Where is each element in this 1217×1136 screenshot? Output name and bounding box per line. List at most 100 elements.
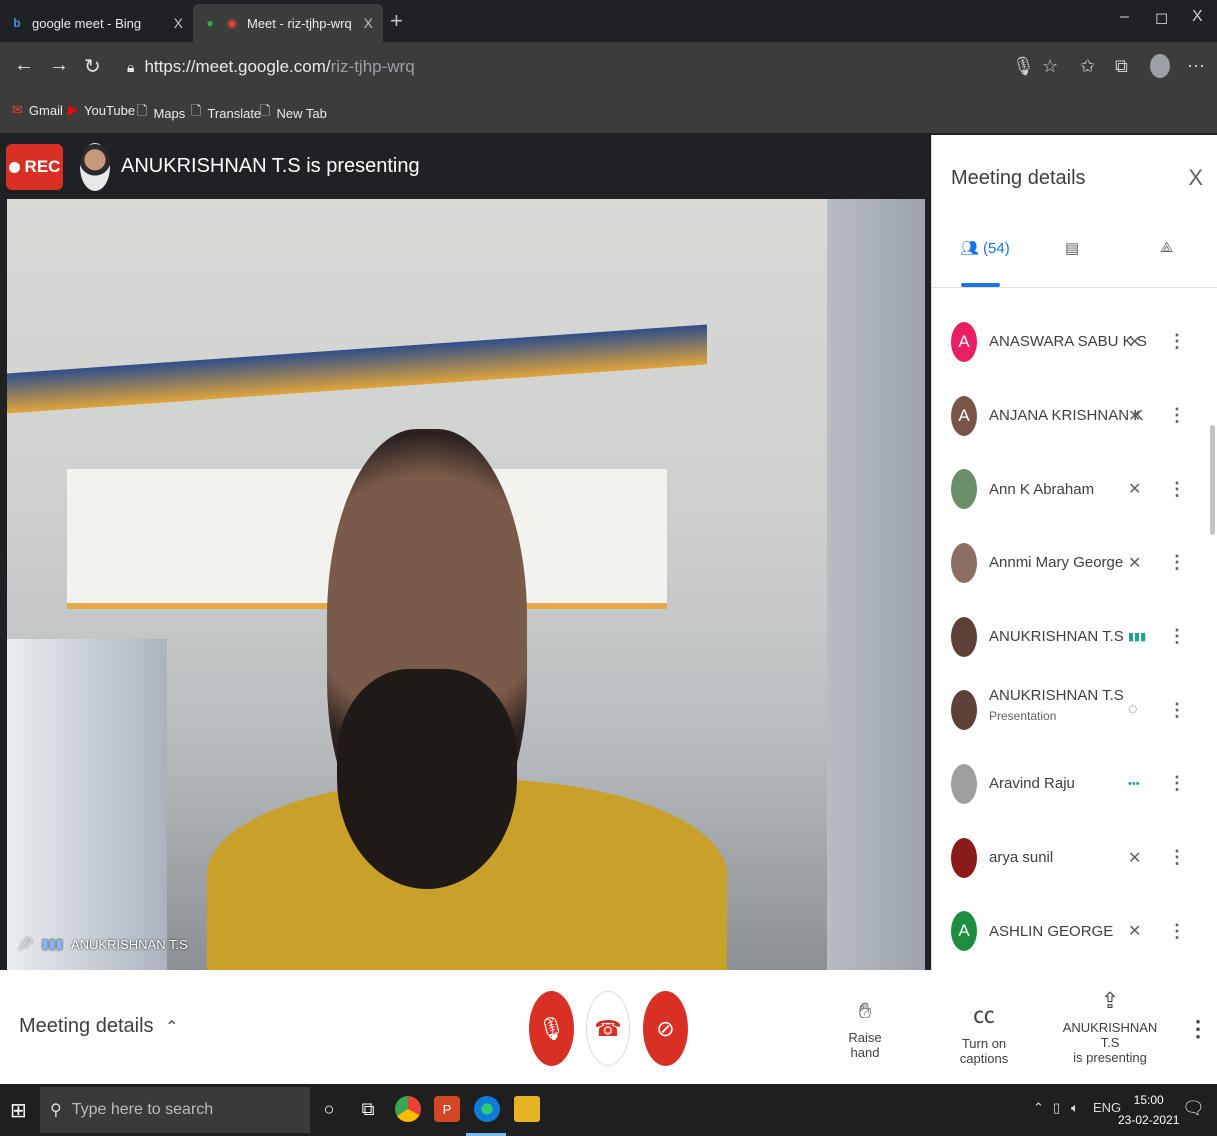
cortana-icon[interactable]: ○ (316, 1096, 342, 1122)
presenting-title: ANUKRISHNAN T.S is presenting (121, 155, 420, 177)
pin-icon: 📌︎ (17, 936, 34, 951)
meeting-stage: REC ANUKRISHNAN T.S is presenting 📌︎ ▮▮▮… (0, 135, 931, 970)
bookmark-gmail[interactable]: ✉︎ Gmail (12, 102, 63, 118)
restore-button[interactable]: ◻ (1155, 8, 1168, 28)
camera-off-icon: ⊘ (656, 1015, 675, 1041)
taskbar-search-input[interactable]: ⚲ Type here to search (40, 1087, 310, 1133)
participant-more-icon[interactable]: ⋮ (1168, 921, 1186, 942)
reload-icon[interactable]: ↻ (84, 54, 101, 79)
lock-icon: 🔒︎ (127, 58, 135, 75)
hang-up-icon: ☎︎ (594, 1015, 622, 1041)
recording-badge: REC (6, 144, 63, 190)
participant-name: ANUKRISHNAN T.S (989, 628, 1124, 646)
audio-activity-icon[interactable]: ••• (1128, 778, 1140, 790)
bookmark-new-tab[interactable]: 🗋︎ New Tab (260, 102, 327, 124)
present-screen-icon: ⇪ (1100, 988, 1120, 1013)
tab-chat[interactable]: ▤ (1065, 239, 1079, 257)
minimize-button[interactable]: – (1120, 8, 1129, 26)
meeting-details-button[interactable]: Meeting details ⌃ (19, 1015, 179, 1038)
participant-more-icon[interactable]: ⋮ (1168, 847, 1186, 868)
raise-hand-button[interactable]: ✋︎ Raise hand (834, 998, 896, 1060)
participant-name: Ann K Abraham (989, 480, 1095, 498)
add-favorite-icon[interactable]: ☆ (1042, 56, 1058, 77)
participant-row[interactable]: A ANASWARA SABU K S ✕ ⋮ (932, 305, 1217, 379)
participant-row[interactable]: Annmi Mary George ✕ ⋮ (932, 526, 1217, 600)
favorites-icon[interactable]: ✩ (1080, 56, 1095, 77)
close-tab-icon[interactable]: X (174, 15, 183, 31)
participant-row[interactable]: ANUKRISHNAN T.S ▮▮▮ ⋮ (932, 600, 1217, 674)
notification-center-icon[interactable]: 🗨︎ (1182, 1098, 1205, 1119)
bing-icon: b (13, 16, 21, 30)
mic-muted-icon[interactable]: ✕ (1128, 553, 1141, 573)
captions-icon: ㏄ (972, 1003, 995, 1028)
taskbar-clock[interactable]: 15:00 23-02-2021 (1118, 1090, 1179, 1130)
participant-list: A ANASWARA SABU K S ✕ ⋮ A ANJANA KRISHNAN K ✕ ⋮… (932, 305, 1217, 968)
bookmark-translate[interactable]: 🗋︎ Translate (191, 102, 261, 124)
bookmark-youtube[interactable]: ▶︎ YouTube (68, 102, 135, 118)
participant-more-icon[interactable]: ⋮ (1168, 626, 1186, 647)
mic-muted-icon[interactable]: ✕ (1128, 479, 1141, 499)
powerpoint-icon[interactable]: P (434, 1096, 460, 1122)
presenter-avatar (80, 143, 110, 191)
participant-row[interactable]: Aravind Raju ••• ⋮ (932, 747, 1217, 821)
collections-icon[interactable]: ⧉ (1115, 56, 1128, 77)
audio-muted-icon[interactable]: ◌ (1128, 701, 1138, 719)
window-close-button[interactable]: X (1192, 8, 1203, 26)
participant-more-icon[interactable]: ⋮ (1168, 479, 1186, 500)
presenting-status-button[interactable]: ⇪ ANUKRISHNAN T.S is presenting (1060, 988, 1160, 1065)
participant-more-icon[interactable]: ⋮ (1168, 405, 1186, 426)
file-explorer-icon[interactable] (514, 1096, 540, 1122)
more-menu-icon[interactable]: ⋯ (1187, 56, 1205, 77)
battery-icon[interactable]: ▯ (1053, 1100, 1060, 1116)
participant-more-icon[interactable]: ⋮ (1168, 700, 1186, 721)
participant-row[interactable]: arya sunil ✕ ⋮ (932, 821, 1217, 895)
camera-toggle-button[interactable]: ⊘ (643, 991, 688, 1066)
captions-button[interactable]: ㏄ Turn on captions (938, 998, 1030, 1066)
task-view-icon[interactable]: ⧉ (355, 1096, 381, 1122)
participant-subtitle: Presentation (989, 709, 1057, 724)
mic-muted-icon[interactable]: ✕ (1128, 332, 1141, 352)
forward-arrow-icon[interactable]: → (49, 54, 69, 77)
microphone-toggle-button[interactable]: 🎙︎ (529, 991, 574, 1066)
microphone-permission-icon[interactable]: 🎙︎ (1012, 56, 1035, 77)
participant-more-icon[interactable]: ⋮ (1168, 331, 1186, 352)
windows-start-icon[interactable]: ⊞ (10, 1098, 27, 1123)
youtube-icon: ▶︎ (68, 102, 78, 117)
participant-row[interactable]: A ANJANA KRISHNAN K ✕ ⋮ (932, 379, 1217, 453)
participant-row[interactable]: Ann K Abraham ✕ ⋮ (932, 452, 1217, 526)
volume-icon[interactable]: 🔈︎ (1071, 1100, 1079, 1116)
participant-row[interactable]: ANUKRISHNAN T.S Presentation ◌ ⋮ (932, 673, 1217, 747)
panel-scrollbar[interactable] (1210, 425, 1215, 535)
bookmark-maps[interactable]: 🗋︎ Maps (137, 102, 185, 124)
language-indicator[interactable]: ENG (1093, 1100, 1121, 1115)
back-arrow-icon[interactable]: ← (14, 54, 34, 77)
participant-more-icon[interactable]: ⋮ (1168, 773, 1186, 794)
tab-people[interactable]: 👥︎ (54) (960, 239, 1010, 258)
close-tab-icon[interactable]: X (364, 15, 373, 31)
activities-icon: ⟁ (1160, 239, 1174, 256)
speaking-indicator-icon: ▮▮▮ (41, 936, 63, 951)
mic-muted-icon[interactable]: ✕ (1128, 848, 1141, 868)
new-tab-button[interactable]: + (390, 8, 403, 34)
more-options-icon[interactable]: ⋮ (1187, 1016, 1209, 1042)
chrome-icon[interactable] (395, 1096, 421, 1122)
participant-avatar (951, 763, 977, 804)
mic-muted-icon[interactable]: ✕ (1128, 406, 1141, 426)
participant-name: Annmi Mary George (989, 554, 1124, 572)
speaking-indicator-icon[interactable]: ▮▮▮ (1128, 630, 1146, 643)
tab-meet[interactable]: ● ◉ Meet - riz-tjhp-wrq X (193, 4, 383, 42)
show-hidden-icons-icon[interactable]: ⌃ (1033, 1100, 1044, 1116)
tab-bing[interactable]: b google meet - Bing X (0, 4, 193, 42)
profile-avatar[interactable] (1150, 54, 1170, 78)
edge-icon[interactable] (474, 1096, 500, 1122)
participant-row[interactable]: A ASHLIN GEORGE ✕ ⋮ (932, 895, 1217, 969)
participant-avatar (951, 542, 977, 583)
mic-muted-icon[interactable]: ✕ (1128, 921, 1141, 941)
address-bar[interactable]: 🔒︎ https://meet.google.com/riz-tjhp-wrq (115, 48, 1075, 86)
mic-off-icon: 🎙︎ (537, 1015, 566, 1041)
tab-activities[interactable]: ⟁ (1160, 239, 1173, 256)
close-panel-button[interactable]: X (1188, 165, 1203, 191)
participant-name: ANJANA KRISHNAN K (989, 407, 1144, 425)
leave-call-button[interactable]: ☎︎ (586, 991, 630, 1066)
participant-more-icon[interactable]: ⋮ (1168, 552, 1186, 573)
